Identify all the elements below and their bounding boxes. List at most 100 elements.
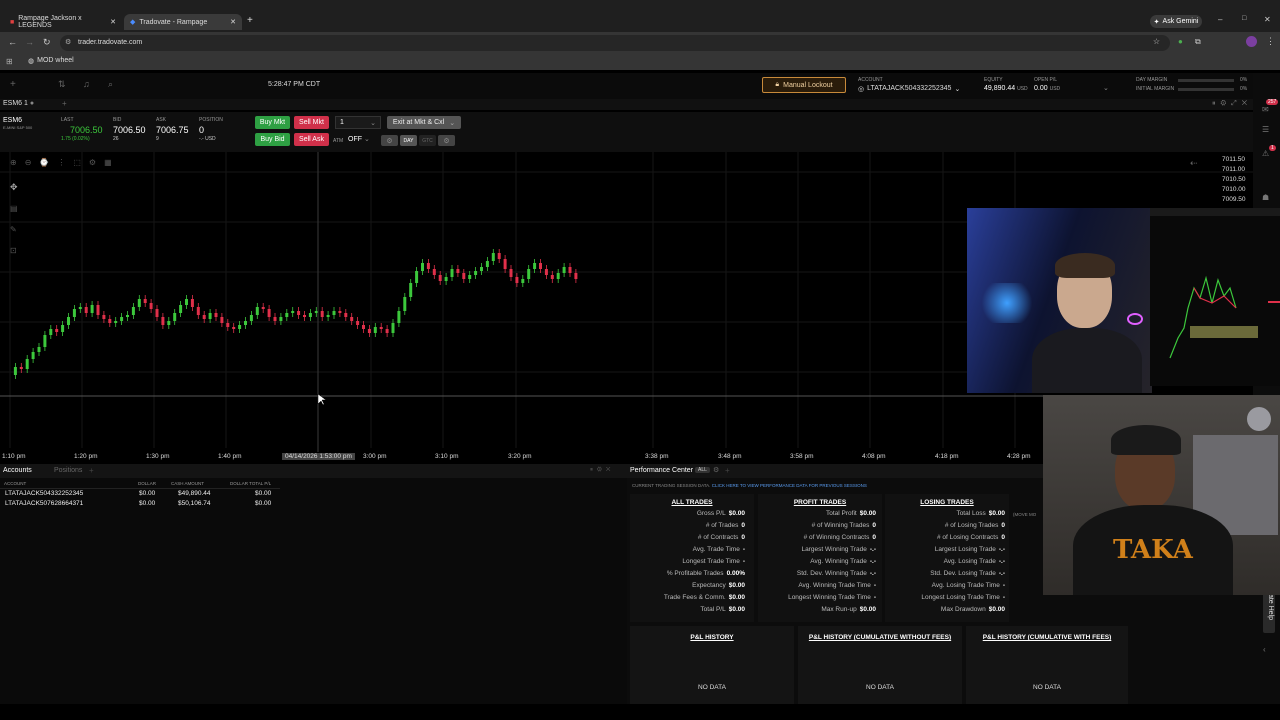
- candle: [409, 283, 413, 297]
- chevron-down-icon[interactable]: ⌄: [1103, 84, 1109, 92]
- close-tab-icon[interactable]: ✕: [110, 18, 116, 26]
- stat-label: Avg. Winning Trade Time: [798, 582, 871, 589]
- column-header[interactable]: DOLLAR TOTAL P/L: [230, 481, 271, 486]
- candle: [120, 317, 124, 321]
- position-sub: -.- USD: [199, 136, 216, 142]
- collapse-icon[interactable]: ‹: [1263, 645, 1266, 654]
- sell-ask-button[interactable]: Sell Ask: [294, 133, 329, 146]
- site-info-icon[interactable]: ⚙: [65, 38, 71, 46]
- add-chart-icon[interactable]: +: [62, 99, 67, 108]
- previous-sessions-link[interactable]: CLICK HERE TO VIEW PERFORMANCE DATA FOR …: [712, 483, 867, 488]
- candle: [143, 299, 147, 303]
- all-badge[interactable]: ALL: [695, 467, 710, 473]
- extension-icon[interactable]: ●: [1178, 37, 1183, 46]
- order-settings-icon[interactable]: ⚙: [438, 135, 455, 146]
- stat-label: Std. Dev. Losing Trade: [930, 570, 996, 577]
- browser-tab-active[interactable]: ◆ Tradovate - Rampage ✕: [124, 14, 242, 30]
- candle: [226, 323, 230, 327]
- candle: [185, 299, 188, 305]
- atm-settings-icon[interactable]: ⚙: [381, 135, 398, 146]
- candle: [397, 311, 401, 323]
- price-tick-label: 7011.00: [1222, 166, 1246, 173]
- column-header[interactable]: DOLLAR: [138, 481, 156, 486]
- buy-bid-button[interactable]: Buy Bid: [255, 133, 290, 146]
- menu-dots-icon[interactable]: ⋮: [1266, 36, 1275, 47]
- comments-icon[interactable]: ☰: [1262, 125, 1269, 134]
- candle: [102, 315, 106, 319]
- candle: [31, 352, 35, 359]
- candle: [320, 311, 324, 317]
- maximize-icon[interactable]: □: [1242, 15, 1246, 22]
- chat-icon[interactable]: ✉: [1262, 105, 1269, 114]
- table-row[interactable]: LTATAJACK507628664371 $0.00 $50,106.74 $…: [0, 500, 280, 510]
- candle: [137, 299, 141, 307]
- quantity-input[interactable]: 1 ⌄: [335, 116, 381, 129]
- exit-button[interactable]: Exit at Mkt & Cxl ⌄: [387, 116, 461, 129]
- tab-accounts[interactable]: Accounts: [3, 467, 32, 474]
- sort-icon[interactable]: ⇅: [58, 79, 66, 90]
- table-row[interactable]: LTATAJACK504332252345 $0.00 $49,890.44 $…: [0, 490, 280, 500]
- add-icon[interactable]: +: [10, 79, 16, 90]
- url-field[interactable]: ⚙ trader.tradovate.com ☆: [60, 35, 1170, 51]
- ask-gemini-button[interactable]: ✦ Ask Gemini: [1150, 15, 1202, 28]
- users-icon[interactable]: ☗: [1262, 193, 1269, 202]
- stat-row: Largest Winning Trade -.-: [758, 544, 876, 556]
- search-icon[interactable]: ⌕: [108, 79, 113, 90]
- browser-tab[interactable]: ■ Rampage Jackson x LEGENDS ✕: [4, 14, 122, 30]
- candle: [509, 269, 513, 277]
- bookmark-star-icon[interactable]: ☆: [1153, 37, 1160, 46]
- column-header[interactable]: CASH AMOUNT: [171, 481, 204, 486]
- new-tab-icon[interactable]: +: [247, 15, 253, 26]
- candle: [367, 329, 371, 333]
- account-selector[interactable]: ◎ LTATAJACK504332252345 ⌄: [858, 85, 960, 93]
- chart-symbol-tab[interactable]: ESM6 1 ●: [3, 100, 34, 107]
- candle: [362, 325, 365, 329]
- manual-lockout-button[interactable]: 🔒︎ Manual Lockout: [762, 77, 846, 93]
- add-tab-icon[interactable]: +: [89, 466, 94, 475]
- day-margin-bar: [1178, 79, 1234, 82]
- sell-mkt-button[interactable]: Sell Mkt: [294, 116, 329, 129]
- time-tick-label: 1:20 pm: [74, 453, 98, 460]
- position-value: 0: [199, 125, 205, 135]
- close-tab-icon[interactable]: ✕: [230, 18, 236, 26]
- panel-title: P&L HISTORY: [690, 634, 734, 641]
- alerts-icon[interactable]: ⚠: [1262, 149, 1269, 158]
- stat-value: $0.00: [728, 606, 745, 613]
- window-controls[interactable]: ⏸⚙⤢✕: [1212, 100, 1252, 108]
- forward-icon[interactable]: →: [25, 37, 34, 47]
- apps-grid-icon[interactable]: ⊞: [6, 57, 13, 66]
- time-tick-label: 4:28 pm: [1007, 453, 1031, 460]
- no-data: NO DATA: [698, 684, 726, 691]
- candle: [126, 315, 129, 317]
- stat-value: -: [1002, 594, 1005, 601]
- bid-size: 26: [113, 136, 119, 142]
- candle: [78, 307, 82, 309]
- all-trades-section: ALL TRADES Gross P/L $0.00 # of Trades 0 # o…: [630, 494, 754, 622]
- tif-day-button[interactable]: DAY: [400, 135, 417, 146]
- bell-icon[interactable]: ♫: [83, 79, 90, 89]
- tif-gtc-button[interactable]: GTC: [419, 135, 436, 146]
- panel-controls[interactable]: ⏸⚙✕: [590, 467, 614, 474]
- stat-label: Largest Losing Trade: [934, 546, 996, 553]
- stat-label: Total Loss: [956, 510, 986, 517]
- add-tab-icon[interactable]: +: [725, 466, 730, 475]
- reload-icon[interactable]: ↻: [43, 37, 51, 48]
- column-header[interactable]: ACCOUNT: [4, 481, 26, 486]
- bookmark-mod-wheel[interactable]: ◍ MOD wheel: [28, 57, 74, 65]
- close-window-icon[interactable]: ✕: [1264, 15, 1271, 24]
- settings-icon[interactable]: ⚙: [713, 466, 719, 474]
- candle: [297, 311, 301, 315]
- accounts-tab-bar: Accounts Positions + ⏸⚙✕: [0, 464, 627, 478]
- candle: [61, 325, 65, 332]
- profile-avatar[interactable]: [1246, 36, 1257, 47]
- atm-select[interactable]: OFF ⌄: [348, 135, 370, 143]
- candle: [285, 313, 289, 317]
- minimize-icon[interactable]: –: [1218, 15, 1222, 24]
- buy-mkt-button[interactable]: Buy Mkt: [255, 116, 290, 129]
- tab-positions[interactable]: Positions: [54, 467, 82, 474]
- extensions-puzzle-icon[interactable]: ⧉: [1195, 37, 1201, 47]
- back-icon[interactable]: ←: [8, 37, 17, 47]
- stat-label: Avg. Losing Trade: [943, 558, 996, 565]
- stat-row: Avg. Trade Time -: [630, 544, 745, 556]
- mini-chart-plot: [1150, 208, 1280, 359]
